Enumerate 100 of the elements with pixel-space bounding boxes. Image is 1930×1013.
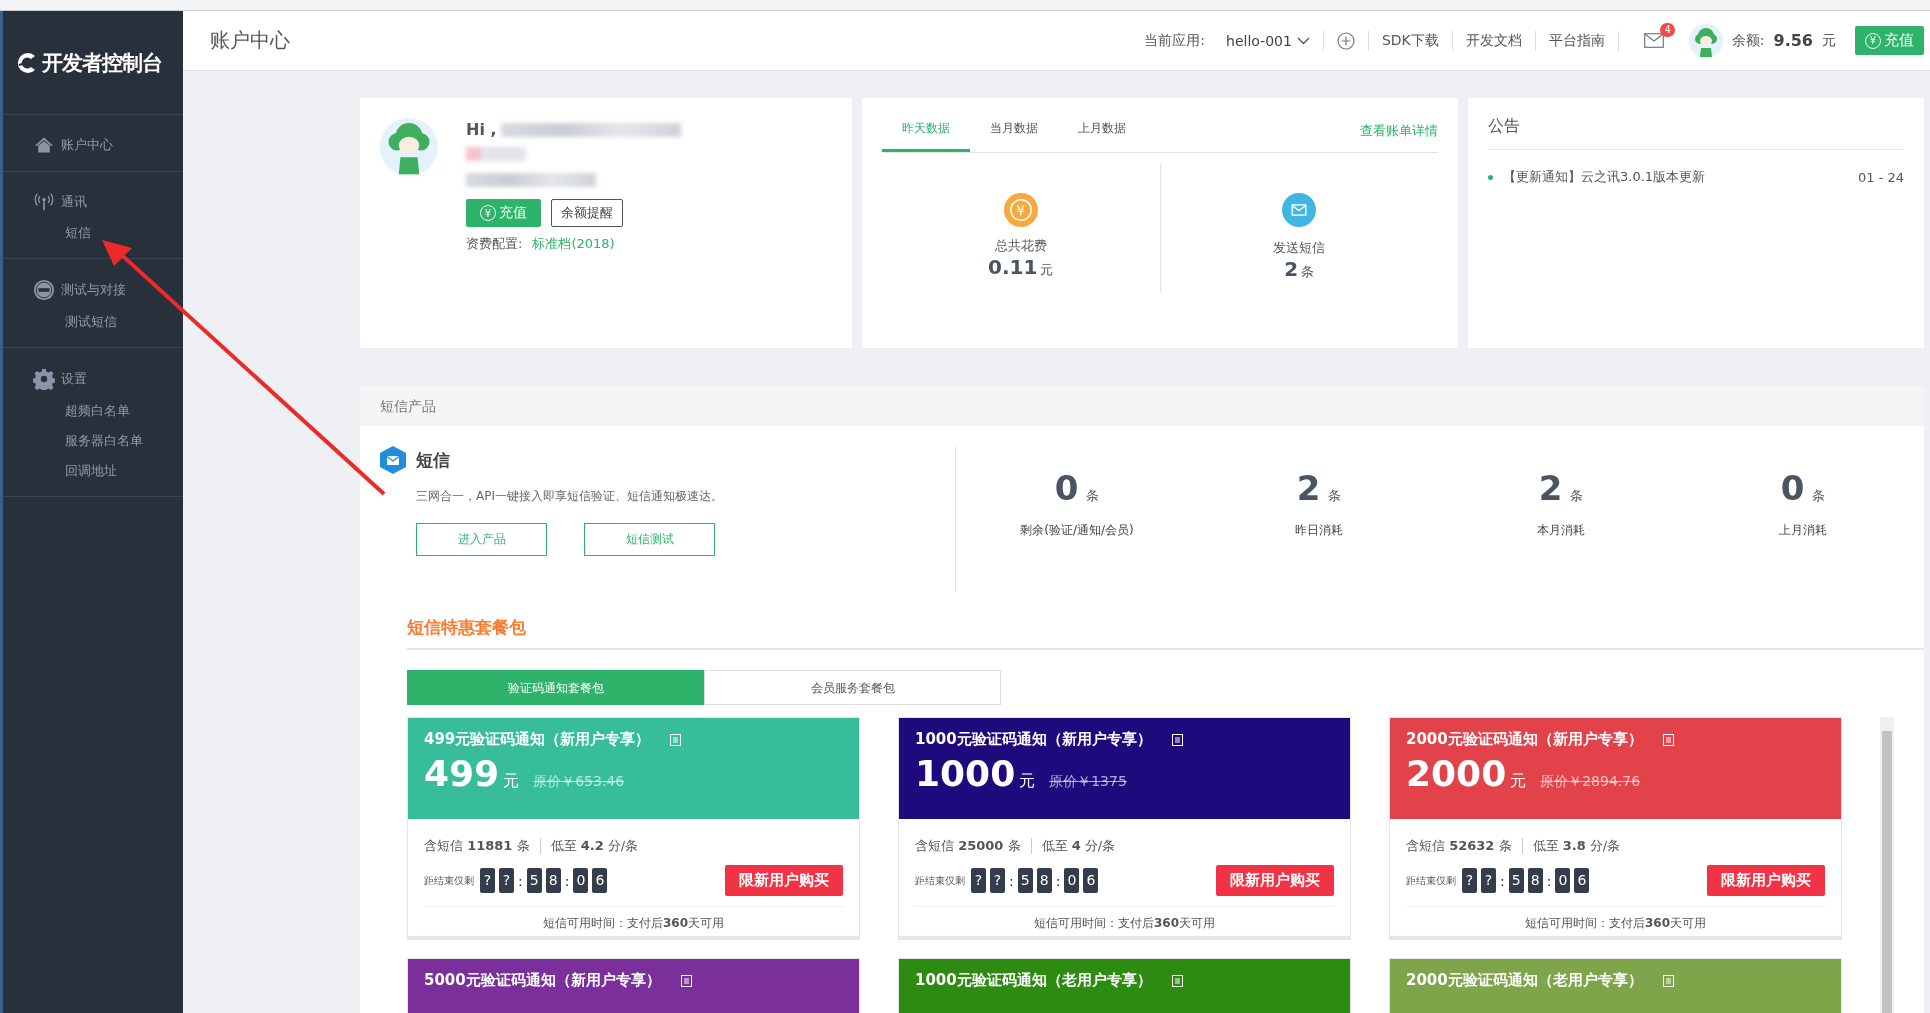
unit-price: 低至 4.2 分/条 — [550, 837, 639, 855]
countdown-digit: 0 — [1555, 868, 1571, 893]
stat-label: 上月消耗 — [1779, 522, 1827, 539]
home-icon — [33, 135, 55, 155]
package-title: 2000元验证码通知（老用户专享） — [1406, 971, 1643, 990]
balance-value: 9.56 — [1773, 31, 1813, 50]
price-unit: 元 — [1510, 771, 1527, 792]
metric-label: 发送短信 — [1273, 239, 1326, 257]
balance-reminder-button[interactable]: 余额提醒 — [551, 199, 623, 227]
balance-unit: 元 — [1822, 31, 1836, 50]
package-price: 2000 — [1406, 753, 1507, 794]
data-tab[interactable]: 当月数据 — [970, 120, 1058, 152]
product-button[interactable]: 进入产品 — [416, 523, 547, 556]
countdown-label: 距结束仅剩 — [1406, 873, 1456, 888]
countdown-digit: ? — [990, 868, 1005, 893]
nav-group-title[interactable]: 账户中心 — [61, 136, 113, 154]
package-tab[interactable]: 验证码通知套餐包 — [407, 670, 704, 705]
header-link[interactable]: 平台指南 — [1548, 31, 1605, 50]
countdown-digit: 5 — [526, 868, 542, 893]
sms-count: 含短信 52632 条 — [1406, 837, 1512, 855]
countdown-digit: 0 — [573, 868, 589, 893]
stat-unit: 条 — [1570, 488, 1584, 503]
countdown-digit: 8 — [1527, 868, 1543, 893]
nav-item[interactable]: 服务器白名单 — [65, 432, 143, 450]
countdown-separator: : — [1055, 872, 1061, 889]
package-title: 5000元验证码通知（新用户专享） — [424, 971, 661, 990]
package-tab[interactable]: 会员服务套餐包 — [704, 670, 1001, 705]
buy-button[interactable]: 限新用户购买 — [1707, 865, 1825, 896]
data-tab[interactable]: 上月数据 — [1058, 120, 1146, 152]
stat-value: 0 — [1780, 468, 1805, 508]
scrollbar-thumb[interactable] — [1882, 731, 1892, 1013]
validity-text: 短信可用时间：支付后360天可用 — [1032, 915, 1217, 932]
nav-item[interactable]: 回调地址 — [65, 462, 117, 480]
original-price: 原价￥1375 — [1049, 773, 1127, 791]
countdown-label: 距结束仅剩 — [915, 873, 965, 888]
stat-label: 本月消耗 — [1537, 522, 1585, 539]
countdown-digit: 6 — [1083, 868, 1099, 893]
countdown-separator: : — [564, 872, 570, 889]
sms-count: 含短信 25000 条 — [915, 837, 1021, 855]
nav-group-title[interactable]: 设置 — [61, 370, 87, 388]
countdown-separator: : — [1546, 872, 1552, 889]
nav-item[interactable]: 超频白名单 — [65, 402, 130, 420]
logo-text: 开发者控制台 — [42, 49, 162, 77]
plan-link[interactable]: 标准档(2018) — [532, 235, 615, 253]
notice-title: 公告 — [1488, 116, 1904, 150]
nav-item[interactable]: 短信 — [65, 224, 91, 242]
section-header: 短信产品 — [360, 386, 1924, 426]
nav-group-title[interactable]: 通讯 — [61, 193, 87, 211]
countdown-digit: 8 — [1036, 868, 1052, 893]
product-button[interactable]: 短信测试 — [584, 523, 715, 556]
document-icon[interactable] — [680, 974, 692, 987]
package-title: 2000元验证码通知（新用户专享） — [1406, 730, 1643, 749]
price-unit: 元 — [1019, 771, 1036, 792]
avatar-icon — [380, 118, 438, 176]
metric-value: 0.11 — [988, 255, 1038, 279]
buy-button[interactable]: 限新用户购买 — [1216, 865, 1334, 896]
coin-icon: ¥ — [1003, 193, 1038, 227]
data-tab[interactable]: 昨天数据 — [882, 120, 970, 152]
packages-title: 短信特惠套餐包 — [407, 616, 1924, 650]
stat-value: 2 — [1296, 468, 1321, 508]
mail-icon[interactable] — [1643, 33, 1664, 48]
countdown-digit: 6 — [1574, 868, 1590, 893]
app-dropdown[interactable]: hello-001 — [1226, 32, 1310, 49]
countdown-digit: 0 — [1064, 868, 1080, 893]
validity-text: 短信可用时间：支付后360天可用 — [541, 915, 726, 932]
plan-label: 资费配置: — [466, 235, 523, 253]
stat-unit: 条 — [1086, 488, 1100, 503]
nav-group-title[interactable]: 测试与对接 — [61, 281, 126, 299]
app-label: 当前应用: — [1144, 31, 1206, 50]
package-price: 1000 — [915, 753, 1016, 794]
recharge-button[interactable]: ¥ 充值 — [1855, 26, 1924, 55]
add-icon[interactable] — [1336, 31, 1355, 50]
notice-link[interactable]: 【更新通知】云之讯3.0.1版本更新 — [1503, 168, 1706, 186]
header-link[interactable]: SDK下载 — [1381, 31, 1439, 50]
sms-product-icon — [380, 446, 406, 474]
gear-icon — [33, 368, 55, 390]
package-title: 499元验证码通知（新用户专享） — [424, 730, 651, 749]
package-title: 1000元验证码通知（新用户专享） — [915, 730, 1152, 749]
metric-label: 总共花费 — [994, 237, 1047, 255]
antenna-icon — [33, 192, 55, 212]
validity-text: 短信可用时间：支付后360天可用 — [1523, 915, 1708, 932]
stat-label: 剩余(验证/通知/会员) — [1020, 522, 1134, 539]
nav-item[interactable]: 测试短信 — [65, 313, 117, 331]
countdown-digit: ? — [1481, 868, 1496, 893]
document-icon[interactable] — [1171, 733, 1183, 746]
countdown-digit: ? — [1462, 868, 1477, 893]
countdown-separator: : — [1009, 872, 1014, 889]
countdown-digit: ? — [480, 868, 495, 893]
original-price: 原价￥2894.76 — [1540, 773, 1641, 791]
notice-date: 01 - 24 — [1857, 169, 1904, 185]
package-price: 499 — [424, 753, 500, 794]
recharge-button[interactable]: ¥ 充值 — [466, 199, 541, 227]
test-badge-icon — [33, 279, 55, 301]
bill-details-link[interactable]: 查看账单详情 — [1360, 122, 1438, 152]
avatar-icon[interactable] — [1688, 23, 1723, 58]
bullet-dot — [1488, 174, 1493, 180]
header-link[interactable]: 开发文档 — [1465, 31, 1522, 50]
buy-button[interactable]: 限新用户购买 — [725, 865, 843, 896]
package-title: 1000元验证码通知（老用户专享） — [915, 971, 1152, 990]
metric-unit: 元 — [1040, 262, 1054, 277]
